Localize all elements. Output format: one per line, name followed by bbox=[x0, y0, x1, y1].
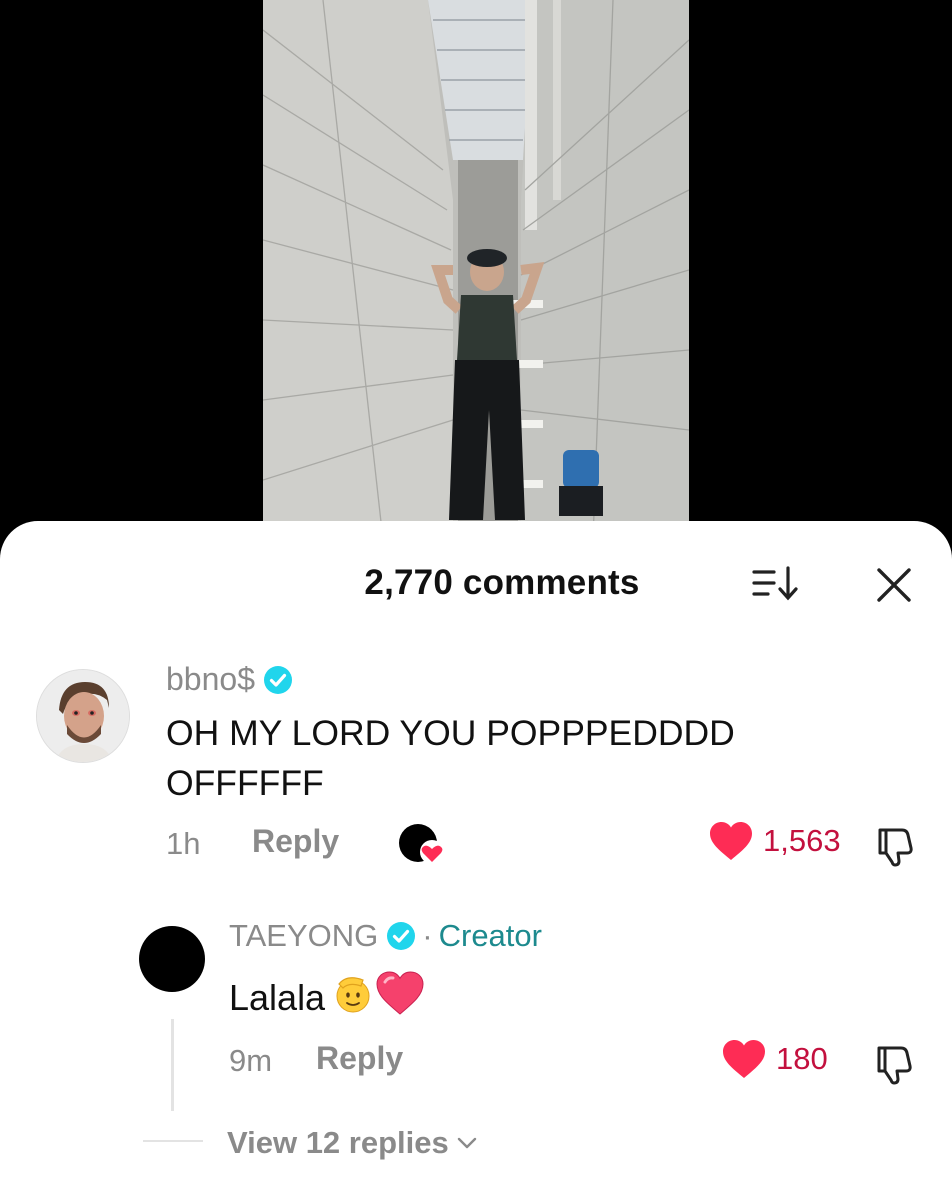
saluting-face-emoji bbox=[333, 972, 375, 1023]
reply-dislike-button[interactable] bbox=[873, 1042, 917, 1086]
creator-liked-indicator bbox=[398, 822, 446, 866]
reply-like-button[interactable]: 180 bbox=[722, 1039, 828, 1079]
like-button[interactable]: 1,563 bbox=[709, 821, 841, 861]
reply-author[interactable]: TAEYONG · Creator bbox=[229, 918, 542, 954]
thread-line bbox=[171, 1019, 174, 1111]
heart-filled-icon bbox=[723, 1040, 765, 1078]
like-count: 1,563 bbox=[763, 823, 841, 858]
comment-author[interactable]: bbno$ bbox=[166, 661, 293, 698]
close-icon bbox=[877, 568, 911, 602]
reply-author-name: TAEYONG bbox=[229, 918, 379, 953]
verified-badge-icon bbox=[263, 665, 292, 694]
view-replies-label: View 12 replies bbox=[227, 1125, 449, 1160]
video-frame[interactable] bbox=[263, 0, 689, 540]
comment-author-name: bbno$ bbox=[166, 661, 255, 697]
creator-tag: Creator bbox=[438, 918, 542, 953]
dislike-button[interactable] bbox=[874, 824, 918, 868]
commenter-photo bbox=[37, 670, 129, 762]
close-button[interactable] bbox=[874, 565, 914, 605]
comments-header: 2,770 comments bbox=[0, 521, 952, 641]
comments-sheet: 2,770 comments bbno$ OH MY LORD YOU POPP… bbox=[0, 521, 952, 1200]
reply-button[interactable]: Reply bbox=[316, 1040, 403, 1077]
comment-count: 2,770 comments bbox=[364, 563, 640, 602]
reply-text-body: Lalala bbox=[229, 976, 326, 1018]
reply-button[interactable]: Reply bbox=[252, 823, 339, 860]
pink-heart-emoji bbox=[375, 970, 425, 1025]
reply-like-count: 180 bbox=[776, 1041, 828, 1076]
commenter-avatar[interactable] bbox=[36, 669, 130, 763]
video-player[interactable] bbox=[0, 0, 952, 540]
sort-descending-icon bbox=[752, 566, 798, 601]
chevron-down-icon bbox=[457, 1137, 476, 1149]
sort-button[interactable] bbox=[750, 563, 800, 605]
reply-author-avatar[interactable] bbox=[139, 926, 205, 992]
replies-divider bbox=[143, 1140, 203, 1142]
creator-separator: · bbox=[422, 918, 433, 953]
video-still bbox=[263, 0, 689, 540]
reply-text: Lalala bbox=[229, 970, 425, 1025]
creator-liked-icon bbox=[399, 824, 444, 864]
verified-badge-icon bbox=[387, 922, 416, 950]
thumbs-down-icon bbox=[878, 828, 913, 867]
thumbs-down-icon bbox=[877, 1046, 912, 1085]
heart-filled-icon bbox=[710, 822, 752, 860]
view-replies-button[interactable]: View 12 replies bbox=[227, 1125, 477, 1161]
comment-text: OH MY LORD YOU POPPPEDDDD OFFFFFF bbox=[166, 713, 735, 803]
comment-timestamp: 1h bbox=[166, 826, 201, 861]
reply-timestamp: 9m bbox=[229, 1043, 273, 1078]
